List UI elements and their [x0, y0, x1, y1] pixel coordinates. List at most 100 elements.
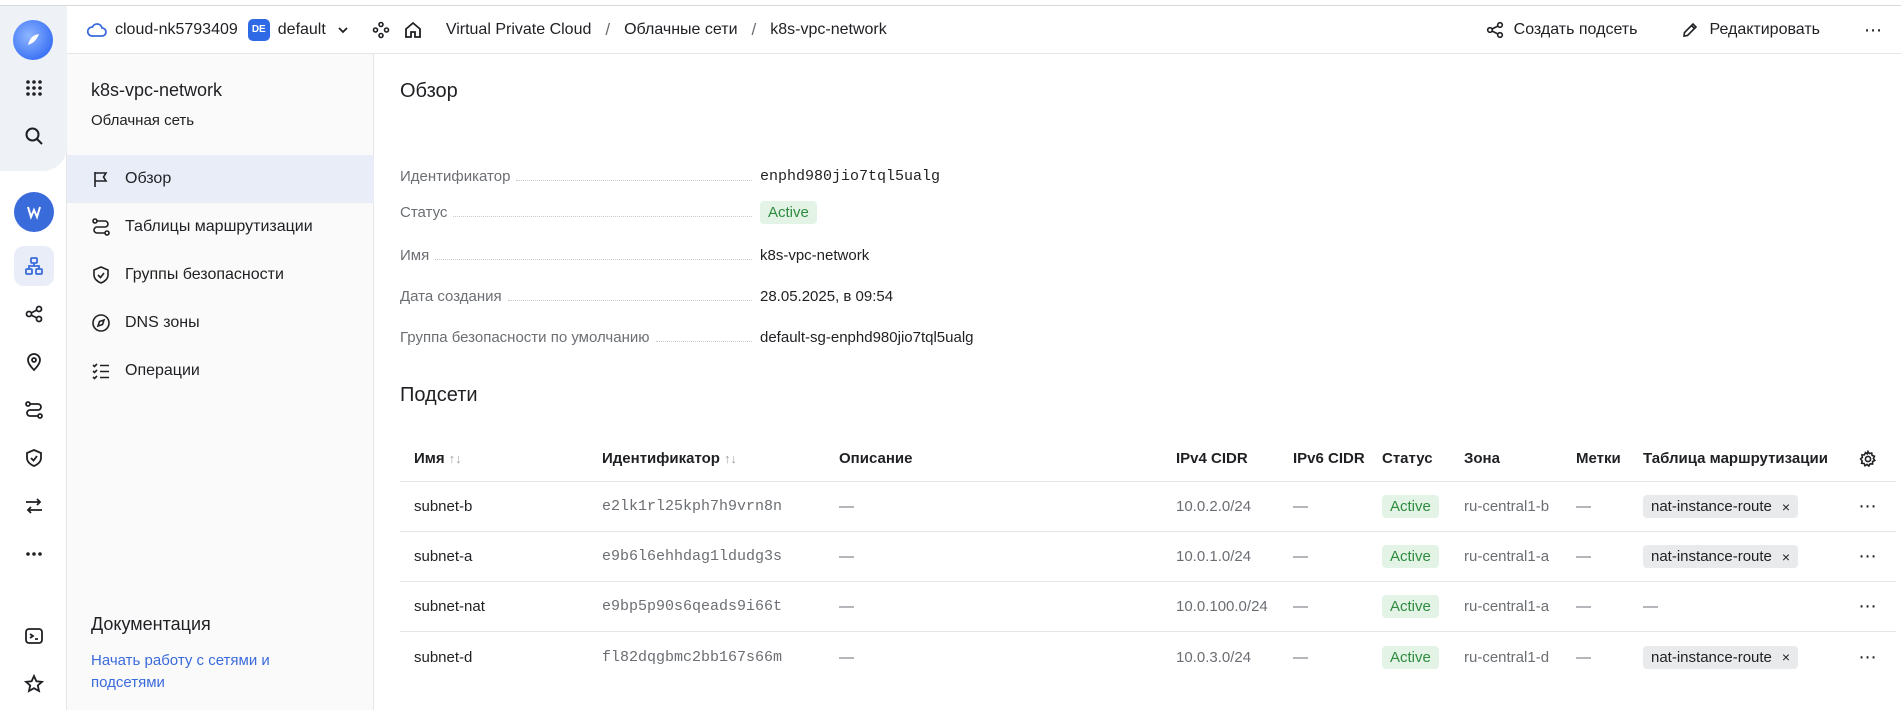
breadcrumb-separator: /: [751, 19, 757, 39]
row-actions-button[interactable]: ⋯: [1840, 496, 1896, 517]
subnet-description: —: [839, 648, 854, 666]
table-row[interactable]: subnet-a e9b6l6ehhdag1ldudg3s — 10.0.1.0…: [400, 532, 1896, 582]
status-badge: Active: [760, 200, 817, 224]
search-icon[interactable]: [14, 116, 54, 156]
network-icon[interactable]: [14, 246, 54, 286]
sidebar-item-overview[interactable]: Обзор: [67, 155, 374, 203]
star-icon[interactable]: [14, 664, 54, 704]
create-subnet-button[interactable]: Создать подсеть: [1486, 21, 1637, 39]
sidebar-item-operations[interactable]: Операции: [67, 347, 374, 395]
breadcrumb-separator: /: [605, 19, 611, 39]
subnet-zone: ru-central1-b: [1464, 498, 1550, 515]
close-icon[interactable]: ×: [1782, 549, 1790, 565]
shield-icon[interactable]: [14, 438, 54, 478]
subnets-table: Имя ↑↓ Идентификатор ↑↓ Описание IPv4 CIDR…: [400, 436, 1896, 682]
arrows-exchange-icon[interactable]: [14, 486, 54, 526]
subnet-name[interactable]: subnet-a: [400, 548, 588, 565]
subnet-name[interactable]: subnet-b: [400, 498, 588, 515]
sidebar-nav: Обзор Таблицы маршрутизации Группы безоп…: [67, 155, 374, 395]
status-badge: Active: [1382, 495, 1439, 518]
breadcrumb-networks[interactable]: Облачные сети: [624, 21, 737, 39]
main-content: Обзор Идентификатор enphd980jio7tql5ualg…: [375, 54, 1901, 710]
route-table-tag[interactable]: nat-instance-route ×: [1643, 545, 1799, 568]
subnet-zone: ru-central1-a: [1464, 548, 1550, 565]
breadcrumb-vpc[interactable]: Virtual Private Cloud: [446, 21, 592, 39]
column-header-ipv6: IPv6 CIDR: [1293, 450, 1365, 467]
flag-icon: [94, 172, 108, 187]
table-row[interactable]: subnet-nat e9bp5p90s6qeads9i66t — 10.0.1…: [400, 582, 1896, 632]
pencil-icon: [1683, 22, 1698, 37]
sort-icon[interactable]: ↑↓: [724, 451, 737, 466]
default-security-group-link[interactable]: default-sg-enphd980jio7tql5ualg: [760, 329, 974, 346]
subnet-id: fl82dqgbmc2bb167s66m: [602, 648, 783, 666]
column-header-status: Статус: [1382, 450, 1433, 467]
home-icon[interactable]: [404, 21, 422, 39]
field-security-group: Группа безопасности по умолчанию default…: [400, 325, 1400, 349]
breadcrumb-current: k8s-vpc-network: [770, 20, 887, 38]
more-actions-button[interactable]: ⋯: [1864, 20, 1883, 41]
created-date-value: 28.05.2025, в 09:54: [760, 287, 894, 305]
column-header-name[interactable]: Имя ↑↓: [400, 450, 588, 467]
left-rail: [0, 6, 67, 710]
cloud-selector[interactable]: cloud-nk5793409: [87, 21, 238, 39]
route-table-empty: —: [1643, 598, 1658, 615]
row-actions-button[interactable]: ⋯: [1840, 546, 1896, 567]
table-row[interactable]: subnet-d fl82dqgbmc2bb167s66m — 10.0.3.0…: [400, 632, 1896, 682]
close-icon[interactable]: ×: [1782, 649, 1790, 665]
sidebar: k8s-vpc-network Облачная сеть Обзор Табл…: [67, 54, 374, 710]
services-icon[interactable]: [372, 21, 390, 39]
subnet-id: e9bp5p90s6qeads9i66t: [602, 598, 783, 615]
route-icon[interactable]: [14, 390, 54, 430]
field-label: Имя: [400, 246, 430, 264]
table-row[interactable]: subnet-b e2lk1rl25kph7h9vrn8n — 10.0.2.0…: [400, 482, 1896, 532]
sidebar-item-label: DNS зоны: [125, 314, 200, 331]
project-icon[interactable]: [14, 192, 54, 232]
share-nodes-icon[interactable]: [14, 294, 54, 334]
table-settings-button[interactable]: [1840, 449, 1896, 468]
terminal-icon[interactable]: [14, 616, 54, 656]
column-header-route-table: Таблица маршрутизации: [1643, 450, 1828, 467]
sidebar-item-route-tables[interactable]: Таблицы маршрутизации: [67, 203, 374, 251]
edit-button[interactable]: Редактировать: [1681, 21, 1820, 39]
subnet-description: —: [839, 498, 854, 515]
documentation-link[interactable]: Начать работу с сетями и подсетями: [91, 650, 321, 694]
route-table-tag[interactable]: nat-instance-route ×: [1643, 645, 1799, 669]
route-table-tag[interactable]: nat-instance-route ×: [1643, 495, 1799, 518]
status-badge: Active: [1382, 595, 1439, 618]
network-id-value: enphd980jio7tql5ualg: [760, 167, 941, 185]
subnet-labels: —: [1576, 598, 1591, 615]
field-id: Идентификатор enphd980jio7tql5ualg: [400, 164, 1400, 188]
sidebar-item-label: Таблицы маршрутизации: [125, 218, 313, 235]
folder-selector[interactable]: DE default: [247, 18, 350, 41]
column-header-id[interactable]: Идентификатор ↑↓: [588, 450, 825, 467]
subnet-zone: ru-central1-a: [1464, 598, 1550, 615]
folder-name: default: [277, 20, 326, 38]
top-header: cloud-nk5793409 DE default Virtual Priva…: [67, 6, 1901, 54]
subnet-ipv6: —: [1293, 498, 1308, 515]
field-created: Дата создания 28.05.2025, в 09:54: [400, 284, 1400, 308]
subnet-labels: —: [1576, 548, 1591, 565]
row-actions-button[interactable]: ⋯: [1840, 596, 1896, 617]
subnet-name[interactable]: subnet-nat: [400, 598, 588, 615]
subnet-id: e2lk1rl25kph7h9vrn8n: [602, 498, 783, 515]
close-icon[interactable]: ×: [1782, 499, 1790, 515]
field-label: Группа безопасности по умолчанию: [400, 328, 650, 346]
overview-title: Обзор: [400, 80, 458, 102]
more-dots-icon[interactable]: [14, 534, 54, 574]
shield-icon: [93, 266, 109, 284]
subnet-name[interactable]: subnet-d: [400, 649, 588, 666]
logo-icon[interactable]: [13, 20, 53, 60]
share-nodes-icon: [1486, 21, 1503, 39]
field-label: Статус: [400, 203, 448, 221]
row-actions-button[interactable]: ⋯: [1840, 647, 1896, 668]
subnet-ipv4: 10.0.3.0/24: [1176, 648, 1252, 666]
location-pin-icon[interactable]: [14, 342, 54, 382]
sidebar-item-security-groups[interactable]: Группы безопасности: [67, 251, 374, 299]
sidebar-item-dns-zones[interactable]: DNS зоны: [67, 299, 374, 347]
header-actions: Создать подсеть Редактировать ⋯: [1486, 6, 1901, 54]
sidebar-title: k8s-vpc-network: [91, 80, 223, 100]
subnet-ipv4: 10.0.1.0/24: [1176, 548, 1252, 565]
sort-icon[interactable]: ↑↓: [449, 451, 462, 466]
subnet-ipv6: —: [1293, 598, 1308, 615]
apps-grid-icon[interactable]: [14, 68, 54, 108]
